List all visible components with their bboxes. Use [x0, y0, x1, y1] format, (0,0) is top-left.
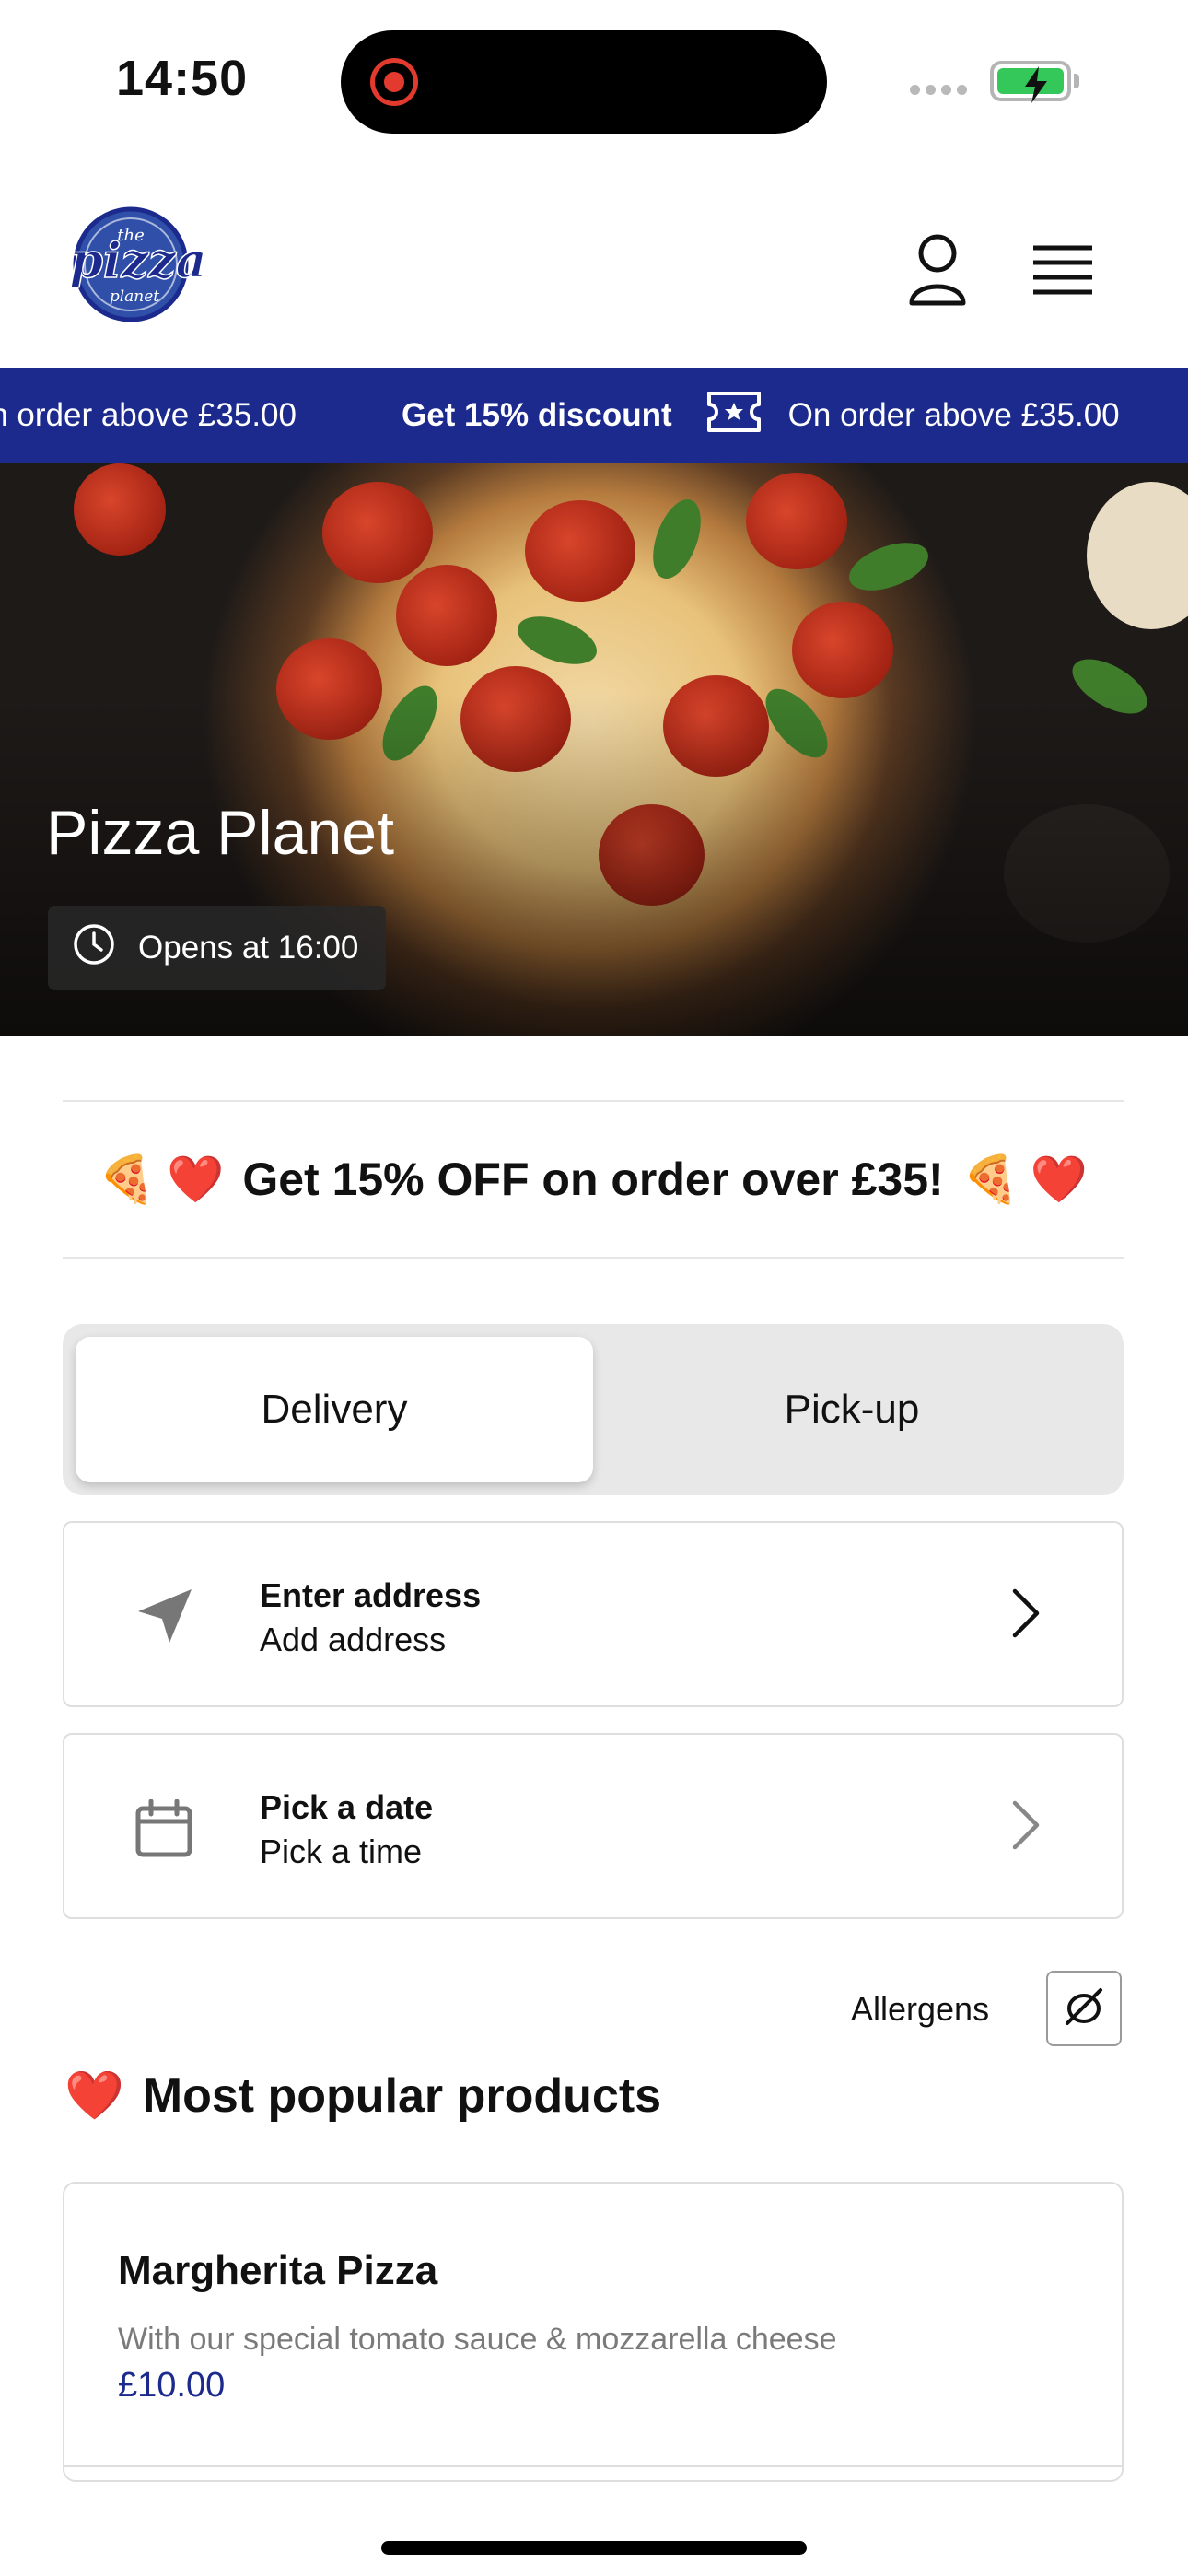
recording-indicator-icon — [370, 58, 418, 106]
discount-offer: 🍕 ❤️ Get 15% OFF on order over £35! 🍕 ❤️ — [63, 1100, 1124, 1259]
app-header: the pizza planet — [0, 161, 1188, 368]
status-bar: 14:50 — [0, 0, 1188, 161]
user-icon[interactable] — [906, 233, 969, 311]
popular-title-text: Most popular products — [142, 2068, 662, 2123]
clock-icon — [72, 922, 138, 975]
allergens-label: Allergens — [851, 1990, 990, 2028]
battery-cap — [1074, 74, 1079, 88]
ticket-icon — [705, 390, 763, 442]
heart-emoji: ❤️ — [167, 1153, 225, 1205]
pickup-option[interactable]: Pick-up — [593, 1337, 1111, 1482]
offer-text: Get 15% OFF on order over £35! — [242, 1153, 944, 1205]
promo-item: Get 15% discount On order above £35.00 — [402, 390, 1120, 442]
dynamic-island — [341, 30, 827, 134]
product-description: With our special tomato sauce & mozzarel… — [118, 2322, 837, 2357]
svg-text:pizza: pizza — [70, 233, 207, 289]
hero-banner: Pizza Planet Opens at 16:00 — [0, 463, 1188, 1036]
promo-text: On order above £35.00 — [787, 397, 1120, 433]
heart-emoji: ❤️ — [64, 2069, 124, 2123]
date-title: Pick a date — [260, 1788, 434, 1826]
allergen-filter-icon — [1062, 1985, 1106, 2033]
popular-section-title: ❤️ Most popular products — [64, 2067, 661, 2124]
product-price: £10.00 — [118, 2366, 226, 2405]
pizza-planet-logo[interactable]: the pizza planet — [64, 205, 212, 323]
bottom-safe-area — [0, 2484, 1188, 2576]
chevron-right-icon — [1009, 1799, 1042, 1856]
allergens-button[interactable] — [1046, 1971, 1122, 2046]
status-time: 14:50 — [116, 51, 249, 106]
promo-text: On order above £35.00 — [0, 397, 297, 433]
pick-date-row[interactable]: Pick a date Pick a time — [63, 1733, 1124, 1919]
delivery-option[interactable]: Delivery — [76, 1337, 593, 1482]
promo-track: On order above £35.00 Get 15% discount O… — [0, 368, 1159, 463]
product-card[interactable]: Margherita Pizza With our special tomato… — [63, 2182, 1124, 2482]
chevron-right-icon — [1009, 1587, 1042, 1644]
pizza-emoji: 🍕 — [98, 1153, 157, 1205]
address-title: Enter address — [260, 1576, 482, 1614]
promo-item: On order above £35.00 — [0, 397, 297, 434]
battery-icon — [990, 61, 1071, 103]
product-divider — [64, 2465, 1122, 2467]
product-name: Margherita Pizza — [118, 2248, 438, 2293]
enter-address-row[interactable]: Enter address Add address — [63, 1521, 1124, 1707]
opening-hours-badge: Opens at 16:00 — [48, 906, 387, 990]
svg-text:planet: planet — [110, 287, 159, 306]
signal-icon — [910, 85, 967, 95]
promo-banner: On order above £35.00 Get 15% discount O… — [0, 368, 1188, 463]
promo-highlight: Get 15% discount — [401, 397, 672, 433]
date-text: Pick a date Pick a time — [260, 1788, 433, 1871]
home-indicator[interactable] — [381, 2541, 807, 2555]
location-arrow-icon — [134, 1587, 193, 1651]
calendar-icon — [134, 1798, 193, 1863]
pizza-emoji: 🍕 — [961, 1153, 1019, 1205]
date-subtitle: Pick a time — [260, 1832, 423, 1870]
order-type-toggle: Delivery Pick-up — [63, 1324, 1124, 1495]
opening-hours-text: Opens at 16:00 — [138, 930, 359, 966]
heart-emoji: ❤️ — [1030, 1153, 1089, 1205]
address-subtitle: Add address — [260, 1621, 447, 1658]
hamburger-menu-icon[interactable] — [1031, 244, 1094, 300]
restaurant-name: Pizza Planet — [46, 798, 394, 868]
address-text: Enter address Add address — [260, 1576, 481, 1659]
